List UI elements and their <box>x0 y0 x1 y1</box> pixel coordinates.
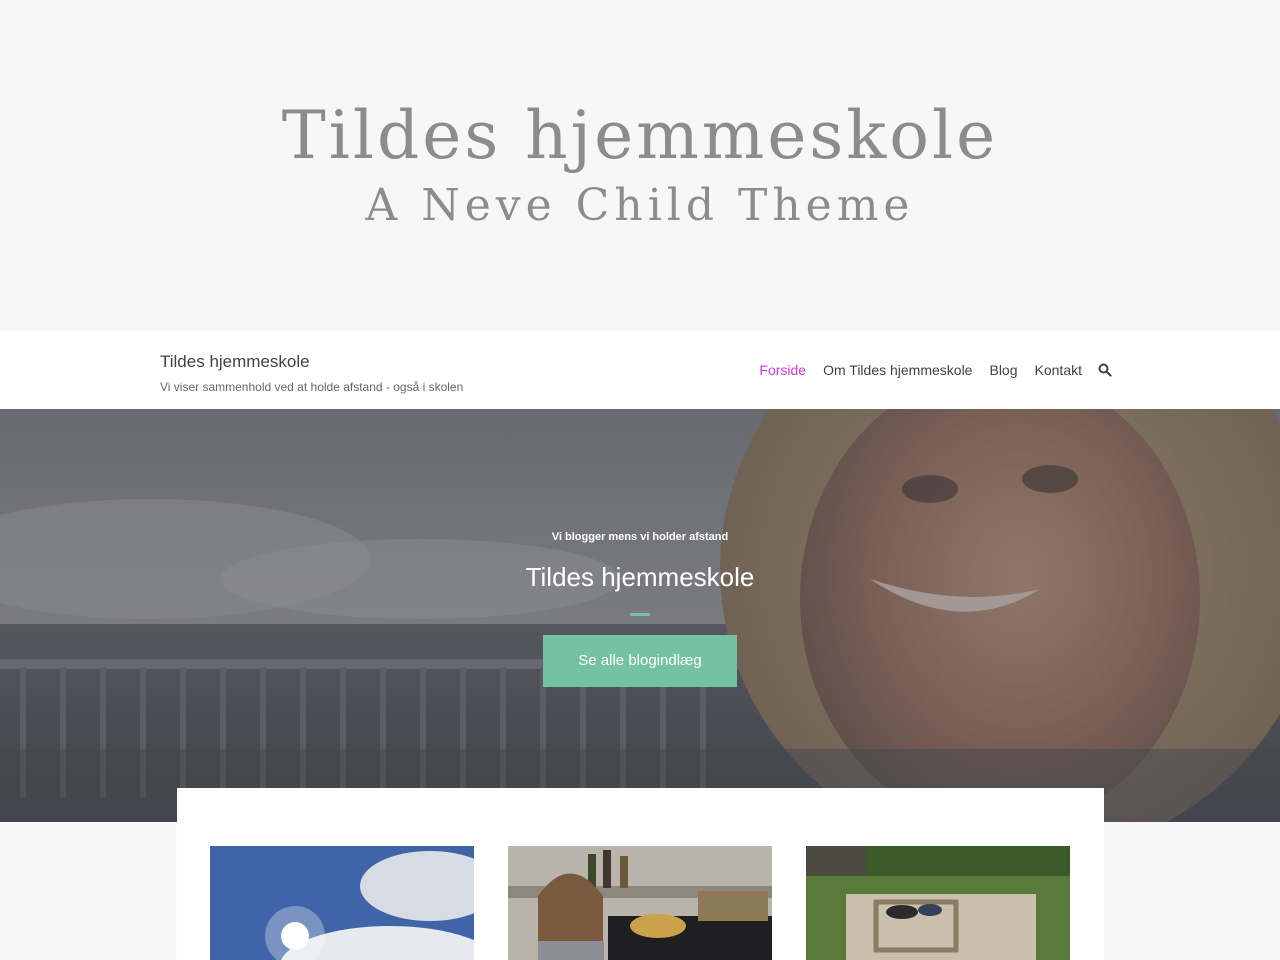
search-icon[interactable] <box>1098 363 1112 377</box>
post-thumbnail-sandbox[interactable] <box>806 846 1070 960</box>
site-tagline: Vi viser sammenhold ved at holde afstand… <box>160 380 464 394</box>
hero-title: Tildes hjemmeskole <box>525 562 755 592</box>
nav-item-om[interactable]: Om Tildes hjemmeskole <box>823 360 972 380</box>
site-title[interactable]: Tildes hjemmeskole <box>160 350 463 374</box>
post-thumbnail-kitchen[interactable] <box>508 846 772 960</box>
post-thumbnail-sky[interactable] <box>210 846 474 960</box>
theme-subtitle: A Neve Child Theme <box>365 180 915 231</box>
hero-divider <box>630 613 650 616</box>
posts-card <box>177 788 1104 960</box>
see-all-posts-button[interactable]: Se alle blogindlæg <box>543 635 737 687</box>
hero-section: Vi blogger mens vi holder afstand Tildes… <box>0 409 1280 822</box>
theme-banner: Tildes hjemmeskole A Neve Child Theme <box>0 0 1280 331</box>
site-brand[interactable]: Tildes hjemmeskole Vi viser sammenhold v… <box>160 350 463 396</box>
nav-item-blog[interactable]: Blog <box>989 360 1017 380</box>
primary-nav: Forside Om Tildes hjemmeskole Blog Konta… <box>742 360 1112 380</box>
hero-kicker: Vi blogger mens vi holder afstand <box>551 531 729 543</box>
site-header: Tildes hjemmeskole Vi viser sammenhold v… <box>0 331 1280 409</box>
nav-item-kontakt[interactable]: Kontakt <box>1035 360 1082 380</box>
nav-item-forside[interactable]: Forside <box>759 360 806 380</box>
theme-title: Tildes hjemmeskole <box>281 97 999 174</box>
